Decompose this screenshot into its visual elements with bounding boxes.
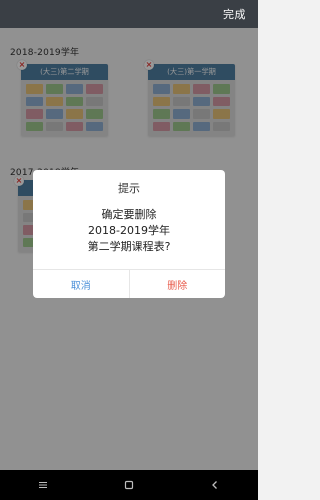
top-bar: 完成 [0, 0, 258, 28]
system-nav-bar [0, 470, 258, 500]
dialog-title: 提示 [118, 182, 140, 195]
menu-icon[interactable] [28, 480, 58, 490]
dialog-message-line: 确定要删除 [101, 208, 157, 221]
back-icon[interactable] [200, 480, 230, 490]
dialog-actions: 取消 删除 [33, 269, 225, 298]
dialog-message-line: 第二学期课程表? [87, 240, 171, 253]
done-button[interactable]: 完成 [223, 6, 246, 22]
confirm-dialog: 提示 确定要删除 2018-2019学年 第二学期课程表? 取消 删除 [33, 170, 225, 298]
cancel-button[interactable]: 取消 [33, 270, 129, 298]
square-icon[interactable] [114, 480, 144, 490]
delete-button[interactable]: 删除 [128, 270, 226, 298]
dialog-message-line: 2018-2019学年 [88, 224, 170, 237]
dialog-message: 确定要删除 2018-2019学年 第二学期课程表? [33, 207, 225, 255]
